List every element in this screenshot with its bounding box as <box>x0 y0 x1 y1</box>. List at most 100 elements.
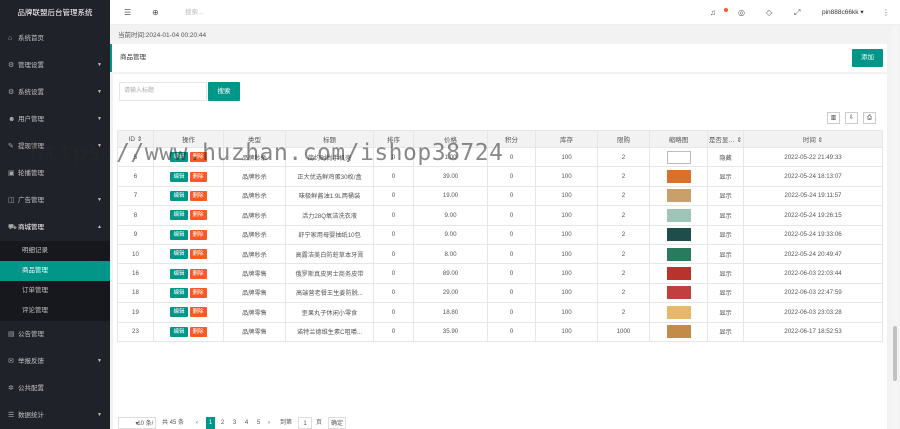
page-2[interactable]: 2 <box>218 417 227 429</box>
delete-button[interactable]: 删除 <box>189 210 207 221</box>
sidebar-item-10[interactable]: ✲ 公共配置 <box>0 375 110 402</box>
page-1[interactable]: 1 <box>206 417 215 429</box>
cell-price: 9.00 <box>413 205 488 226</box>
page-3[interactable]: 3 <box>230 417 239 429</box>
sidebar-item-2[interactable]: ⚙ 系统设置 ▼ <box>0 79 110 106</box>
sidebar-item-7[interactable]: ⛟商城管理 ▲ <box>0 214 110 241</box>
delete-button[interactable]: 删除 <box>189 326 207 337</box>
edit-button[interactable]: 编辑 <box>170 229 188 240</box>
submenu-item-0[interactable]: 明细记录 <box>0 241 110 261</box>
delete-button[interactable]: 删除 <box>189 249 207 260</box>
sort-icon[interactable]: ⇕ <box>816 137 823 144</box>
edit-button[interactable]: 编辑 <box>170 307 188 318</box>
product-thumbnail[interactable] <box>666 208 691 222</box>
product-thumbnail[interactable] <box>666 286 691 300</box>
delete-button[interactable]: 删除 <box>189 307 207 318</box>
chevron-down-icon: ▼ <box>97 197 102 203</box>
page-size-value: 10 条/页 <box>137 421 154 427</box>
cell-price: 9.00 <box>413 224 488 245</box>
sidebar-item-0[interactable]: ⌂ 系统首页 <box>0 25 110 52</box>
edit-button[interactable]: 编辑 <box>170 171 188 182</box>
edit-button[interactable]: 编辑 <box>170 287 188 298</box>
row-actions: 编辑 删除 <box>153 224 224 245</box>
sidebar-item-6[interactable]: ◫ 广告管理 ▼ <box>0 187 110 214</box>
cell-id: 18 <box>117 282 154 304</box>
page-4[interactable]: 4 <box>242 417 251 429</box>
header-search-input[interactable]: 搜索... <box>185 0 203 25</box>
column-header-label: 限购 <box>617 137 630 144</box>
product-thumbnail[interactable] <box>666 247 691 261</box>
cell-id: 16 <box>117 263 154 284</box>
fullscreen-icon[interactable]: ⤢ <box>794 0 800 25</box>
cell-price: 19.00 <box>413 185 488 207</box>
cell-title: 味极鲜酱油1.9L两桶装 <box>285 185 374 207</box>
search-button[interactable]: 搜索 <box>208 82 240 101</box>
sidebar-item-8[interactable]: ▤ 公告管理 <box>0 321 110 348</box>
user-menu[interactable]: pin888c66kk ▾ <box>822 0 864 25</box>
sidebar-item-1[interactable]: ⚙ 管理设置 ▼ <box>0 52 110 79</box>
column-header[interactable]: 时间 ⇕ <box>743 130 883 148</box>
cell-id: 23 <box>117 321 154 342</box>
cell-points: 0 <box>487 282 536 304</box>
bell-icon[interactable]: ♫ <box>710 0 716 25</box>
page-size-select[interactable]: 10 条/页 ▾ <box>118 417 156 429</box>
product-thumbnail[interactable] <box>666 170 691 184</box>
goto-confirm-button[interactable]: 确定 <box>328 417 346 429</box>
cell-points: 0 <box>487 243 536 265</box>
submenu-item-1[interactable]: 商品管理 <box>0 261 110 281</box>
print-icon[interactable]: ⎙ <box>863 112 876 124</box>
cell-stock: 100 <box>535 205 598 226</box>
delete-button[interactable]: 删除 <box>189 190 207 201</box>
export-icon[interactable]: ⇩ <box>845 112 858 124</box>
menu-toggle-icon[interactable]: ☰ <box>124 0 131 25</box>
page-5[interactable]: 5 <box>254 417 263 429</box>
product-thumbnail[interactable] <box>666 150 691 164</box>
product-thumbnail[interactable] <box>666 305 691 319</box>
delete-button[interactable]: 删除 <box>189 268 207 279</box>
edit-button[interactable]: 编辑 <box>170 326 188 337</box>
page-scrollbar[interactable] <box>892 26 898 429</box>
submenu-item-2[interactable]: 订单管理 <box>0 281 110 301</box>
delete-button[interactable]: 删除 <box>189 171 207 182</box>
tag-icon[interactable]: ◇ <box>766 0 772 25</box>
prev-page-icon[interactable]: ‹ <box>196 417 204 429</box>
edit-button[interactable]: 编辑 <box>170 268 188 279</box>
next-page-icon[interactable]: › <box>268 417 276 429</box>
product-thumbnail[interactable] <box>666 325 691 339</box>
delete-button[interactable]: 删除 <box>189 229 207 240</box>
add-button[interactable]: 添加 <box>852 49 883 67</box>
cell-stock: 100 <box>535 263 598 284</box>
chevron-down-icon: ▼ <box>97 116 102 122</box>
cell-show: 显示 <box>707 243 744 265</box>
cell-stock: 100 <box>535 166 598 187</box>
sort-icon[interactable]: ⇕ <box>735 137 742 144</box>
goto-page-input[interactable]: 1 <box>298 417 312 429</box>
cell-title: 高端营老餐王生姜防脱... <box>285 282 374 304</box>
more-icon[interactable]: ⋮ <box>882 0 890 25</box>
delete-button[interactable]: 删除 <box>189 287 207 298</box>
sidebar-item-9[interactable]: ✉ 举报反馈 ▼ <box>0 348 110 375</box>
columns-filter-icon[interactable]: ▥ <box>827 112 840 124</box>
product-thumbnail[interactable] <box>666 189 691 203</box>
cell-points: 0 <box>487 321 536 342</box>
column-header[interactable]: 是否显… ⇕ <box>707 130 744 148</box>
chevron-down-icon: ▼ <box>97 62 102 68</box>
title-search-input[interactable]: 请输入标题 <box>119 82 207 101</box>
edit-button[interactable]: 编辑 <box>170 210 188 221</box>
app-title: 品牌联盟后台管理系统 <box>0 0 110 25</box>
theme-icon[interactable]: ◎ <box>738 0 745 25</box>
sidebar-item-11[interactable]: ☰ 数据统计 ▼ <box>0 402 110 429</box>
cell-limit: 2 <box>597 282 650 304</box>
product-thumbnail[interactable] <box>666 267 691 281</box>
submenu-item-3[interactable]: 评论管理 <box>0 301 110 321</box>
cell-type: 品牌秒杀 <box>223 166 286 187</box>
globe-icon[interactable]: ⊕ <box>152 0 159 25</box>
chevron-up-icon: ▲ <box>97 224 102 230</box>
cell-limit: 2 <box>597 166 650 187</box>
edit-button[interactable]: 编辑 <box>170 249 188 260</box>
scrollbar-thumb[interactable] <box>893 326 897 381</box>
edit-button[interactable]: 编辑 <box>170 190 188 201</box>
sidebar-item-3[interactable]: ☻ 用户管理 ▼ <box>0 106 110 133</box>
page-title: 商品管理 <box>120 54 146 61</box>
product-thumbnail[interactable] <box>666 228 691 242</box>
